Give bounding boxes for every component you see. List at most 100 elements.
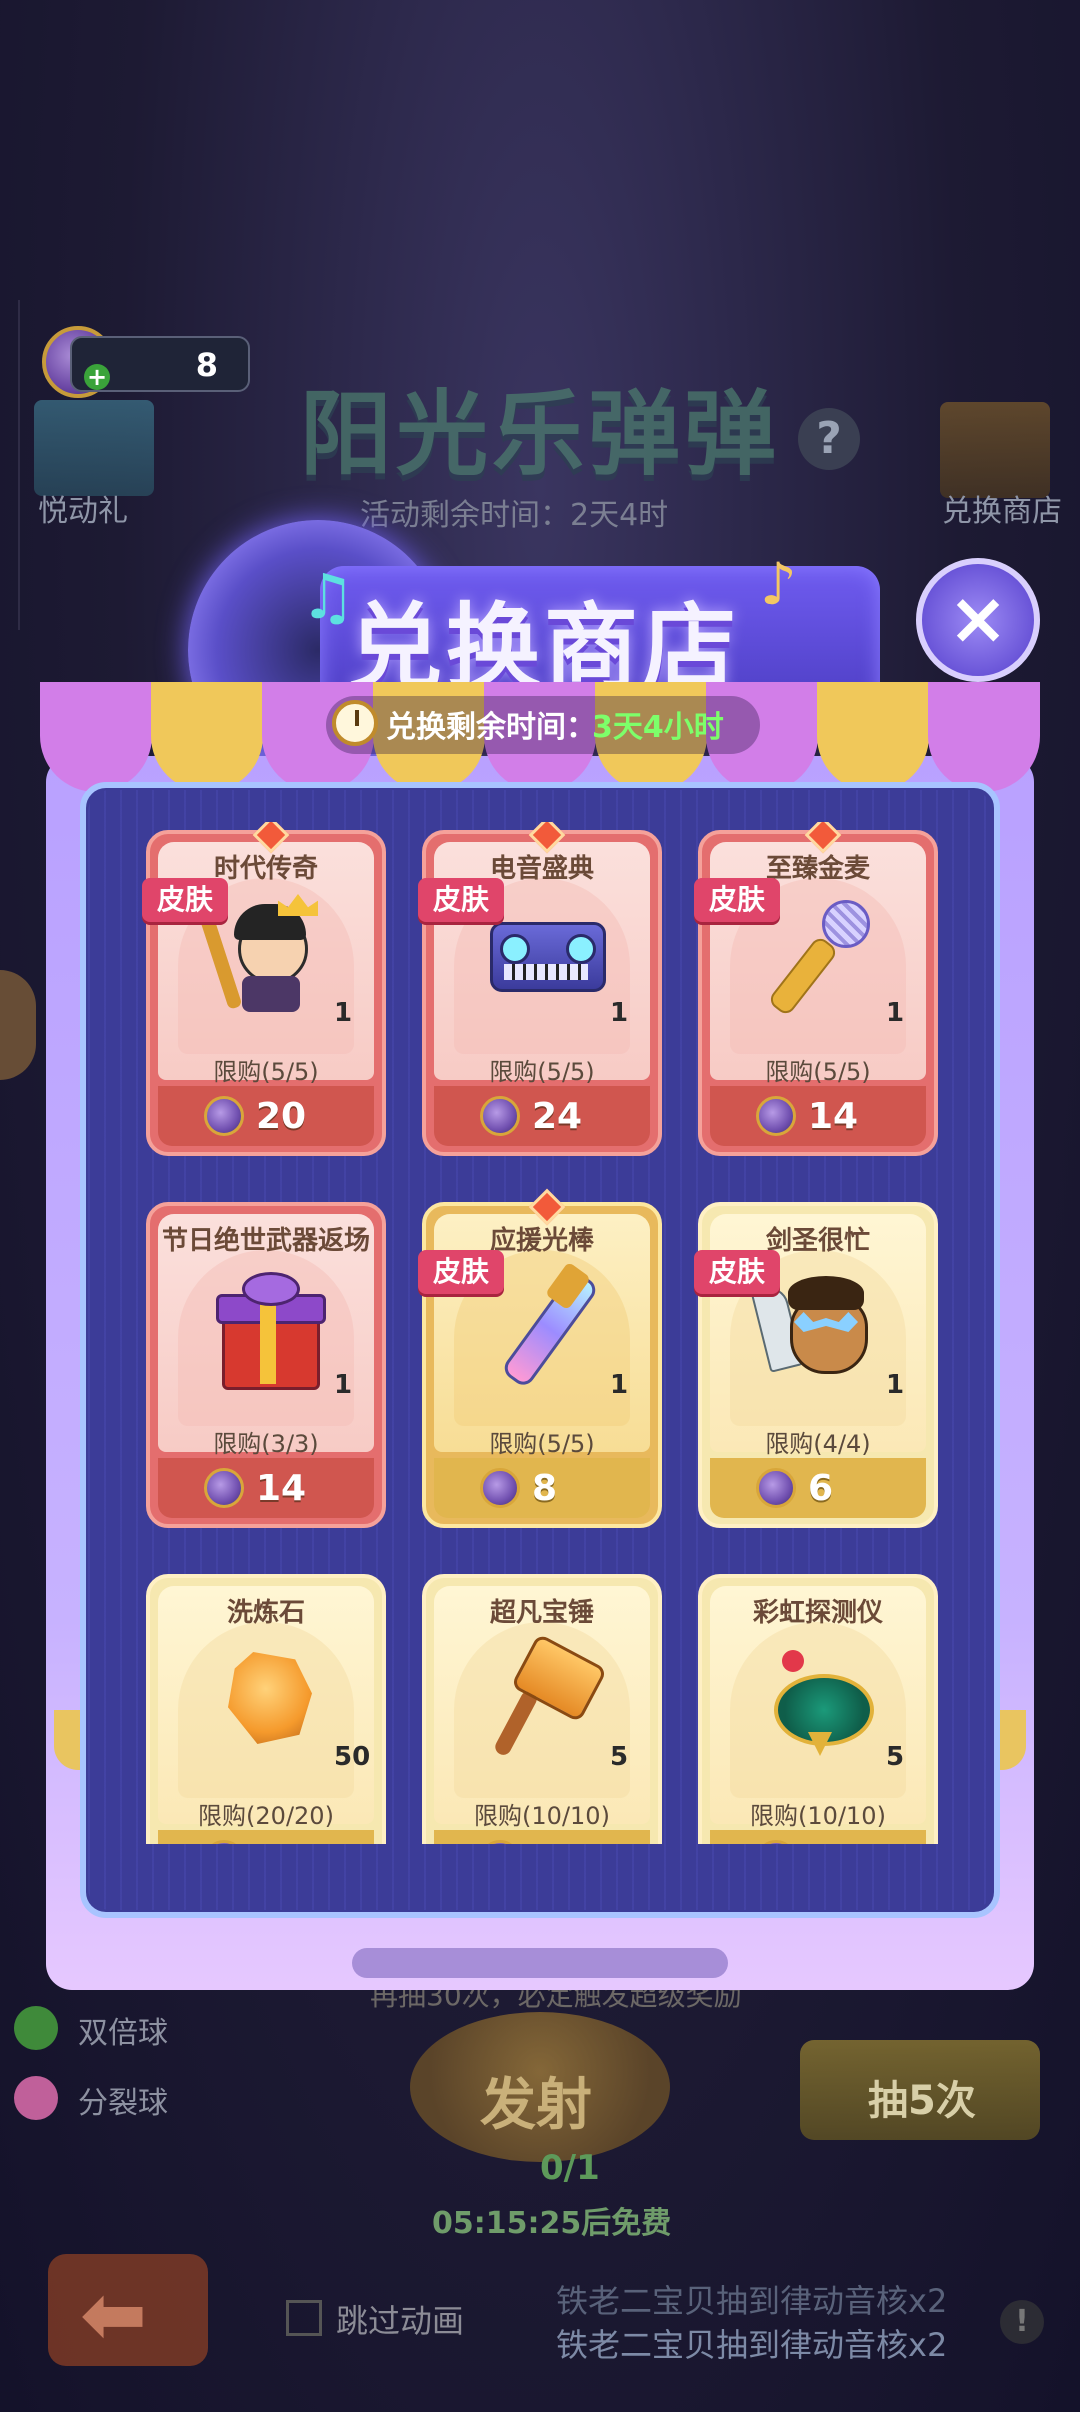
shop-item-card[interactable]: 至臻金麦 皮肤 1 限购(5/5) 14	[694, 822, 938, 1156]
refining-stone-icon	[208, 1638, 328, 1758]
item-price: 14	[256, 1468, 307, 1509]
left-edge-divider	[0, 300, 20, 630]
item-name: 洗炼石	[226, 1598, 305, 1628]
fire-button-label: 发射	[480, 2073, 592, 2138]
clock-icon	[332, 700, 378, 746]
timer-value: 3天4小时	[592, 710, 724, 745]
speaker	[566, 934, 596, 964]
body	[242, 976, 300, 1012]
item-name: 彩虹探测仪	[752, 1598, 883, 1628]
buy-button[interactable]	[710, 1830, 926, 1844]
split-ball-icon	[14, 2076, 58, 2120]
help-icon[interactable]: ?	[798, 408, 860, 470]
coin-icon	[480, 1468, 520, 1508]
fire-count: 0/1	[540, 2148, 600, 2188]
skin-badge: 皮肤	[694, 1250, 780, 1294]
coin-icon	[204, 1468, 244, 1508]
item-price: 6	[808, 1468, 834, 1509]
side-character-icon[interactable]	[0, 970, 36, 1080]
purchase-limit: 限购(5/5)	[489, 1058, 595, 1086]
awning-scallop	[817, 682, 929, 792]
stone	[228, 1652, 312, 1744]
buff-split-ball[interactable]: 分裂球	[14, 2070, 274, 2126]
hammer-handle	[492, 1688, 540, 1758]
speaker	[500, 934, 530, 964]
double-ball-icon	[14, 2006, 58, 2050]
purchase-limit: 限购(10/10)	[750, 1802, 886, 1830]
item-quantity: 1	[886, 998, 905, 1028]
purchase-limit: 限购(4/4)	[765, 1430, 871, 1458]
hair	[788, 1276, 864, 1310]
exchange-shop-modal: ♫ ♪ 兑换商店 × 兑换剩余时间： 3天4小时 时代传奇 皮肤 1 限购(5/…	[40, 520, 1040, 1990]
buy-button[interactable]	[158, 1830, 374, 1844]
item-name: 节日绝世武器返场	[161, 1226, 370, 1256]
skin-badge: 皮肤	[142, 878, 228, 922]
rainbow-detector-icon	[760, 1638, 880, 1758]
broadcast-ticker-previous: 铁老二宝贝抽到律动音核x2	[556, 2282, 948, 2320]
skin-badge: 皮肤	[694, 878, 780, 922]
shop-item-card[interactable]: 超凡宝锤 5 限购(10/10)	[422, 1574, 662, 1844]
item-price: 24	[532, 1096, 583, 1137]
purchase-limit: 限购(5/5)	[765, 1058, 871, 1086]
crown-icon	[278, 894, 318, 916]
shop-icon[interactable]	[940, 402, 1050, 498]
shop-item-card[interactable]: 节日绝世武器返场 1 限购(3/3) 14	[146, 1202, 386, 1528]
detector-knob	[782, 1650, 804, 1672]
alert-icon[interactable]: !	[1000, 2300, 1044, 2344]
shop-item-card[interactable]: 电音盛典 皮肤 1 限购(5/5) 24	[418, 822, 662, 1156]
item-price: 14	[808, 1096, 859, 1137]
awning-scallop	[928, 682, 1040, 792]
broadcast-ticker: 铁老二宝贝抽到律动音核x2	[556, 2326, 948, 2364]
coin-count: 8	[195, 346, 218, 384]
purchase-limit: 限购(5/5)	[213, 1058, 319, 1086]
mic-head	[822, 900, 870, 948]
buff-label: 双倍球	[78, 2016, 168, 2051]
buff-double-ball[interactable]: 双倍球	[14, 2000, 274, 2056]
hammer-icon	[484, 1633, 608, 1758]
purchase-limit: 限购(20/20)	[198, 1802, 334, 1830]
item-quantity: 50	[334, 1742, 371, 1772]
coin-icon	[756, 1468, 796, 1508]
shop-item-card[interactable]: 彩虹探测仪 5 限购(10/10)	[698, 1574, 938, 1844]
shop-item-card[interactable]: 洗炼石 50 限购(20/20)	[146, 1574, 386, 1844]
shop-item-card[interactable]: 应援光棒 皮肤 1 限购(5/5) 8	[418, 1188, 662, 1528]
coin-icon	[756, 1096, 796, 1136]
piano-keys	[504, 964, 588, 980]
coin-icon	[204, 1096, 244, 1136]
item-price: 8	[532, 1468, 558, 1509]
timer-label: 兑换剩余时间：	[386, 710, 596, 745]
gift-box-icon	[208, 1266, 328, 1390]
skip-animation-label: 跳过动画	[336, 2302, 465, 2340]
purchase-limit: 限购(5/5)	[489, 1430, 595, 1458]
gift-bow	[242, 1272, 300, 1306]
mic-handle	[766, 934, 840, 1018]
panel-handle	[352, 1948, 728, 1978]
free-timer: 05:15:25后免费	[432, 2206, 672, 2241]
purchase-limit: 限购(3/3)	[213, 1430, 319, 1458]
shop-item-grid[interactable]: 时代传奇 皮肤 1 限购(5/5) 20 电音盛典 皮肤 1 限购(5/5) 2…	[132, 822, 962, 1844]
event-title: 阳光乐弹弹	[300, 381, 781, 488]
item-name: 超凡宝锤	[489, 1598, 594, 1628]
purchase-limit: 限购(10/10)	[474, 1802, 610, 1830]
shop-item-card[interactable]: 时代传奇 皮肤 1 限购(5/5) 20	[142, 822, 386, 1156]
item-quantity: 1	[610, 998, 629, 1028]
skip-animation-checkbox[interactable]	[286, 2300, 322, 2336]
item-price: 20	[256, 1096, 307, 1137]
coin-icon	[480, 1096, 520, 1136]
awning-scallop	[151, 682, 263, 792]
back-arrow-icon: ⬅	[80, 2268, 148, 2361]
skin-badge: 皮肤	[418, 878, 504, 922]
item-quantity: 5	[610, 1742, 629, 1772]
buy-button[interactable]	[434, 1830, 650, 1844]
skin-badge: 皮肤	[418, 1250, 504, 1294]
music-note-icon: ♪	[760, 550, 798, 618]
add-coin-icon[interactable]: +	[84, 364, 110, 390]
close-button[interactable]: ×	[916, 558, 1040, 682]
gift-icon[interactable]	[34, 400, 154, 496]
item-quantity: 1	[886, 1370, 905, 1400]
item-quantity: 1	[334, 1370, 353, 1400]
buff-label: 分裂球	[78, 2086, 168, 2121]
shop-item-card[interactable]: 剑圣很忙 皮肤 1 限购(4/4) 6	[694, 1202, 938, 1528]
item-quantity: 5	[886, 1742, 905, 1772]
item-quantity: 1	[610, 1370, 629, 1400]
